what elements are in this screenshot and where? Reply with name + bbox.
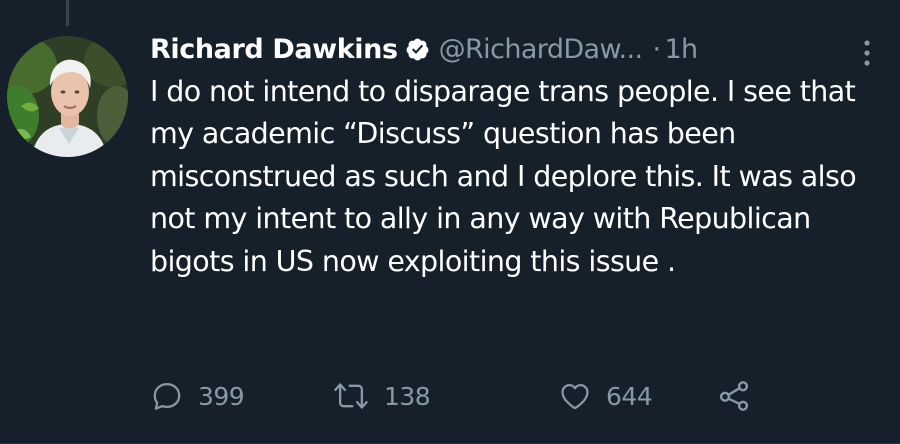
share-button[interactable] [716,376,752,416]
author-name[interactable]: Richard Dawkins [150,34,398,65]
reply-button[interactable]: 399 [150,376,245,416]
share-icon [719,381,749,411]
tweet-text: I do not intend to disparage trans peopl… [150,75,857,278]
retweet-icon [334,383,368,409]
verified-badge-icon [406,38,429,60]
thread-line [66,0,69,26]
reply-icon [153,382,181,410]
tweet-timestamp[interactable]: 1h [664,34,698,65]
more-icon[interactable] [857,38,877,68]
retweet-count: 138 [384,381,431,411]
retweet-button[interactable]: 138 [332,376,431,416]
heart-icon [561,383,589,410]
like-button[interactable]: 644 [558,376,653,416]
avatar-image [7,36,128,157]
tweet-header: Richard Dawkins @RichardDaw... · 1h [150,22,890,76]
tweet-content: Richard Dawkins @RichardDaw... · 1h I do… [150,22,890,283]
reply-count: 399 [198,381,245,411]
avatar[interactable] [7,36,128,157]
separator-dot: · [652,33,661,65]
like-count: 644 [606,381,653,411]
action-bar: 399 138 644 [150,376,770,416]
author-handle[interactable]: @RichardDaw... [439,34,643,65]
tweet[interactable]: Richard Dawkins @RichardDaw... · 1h I do… [0,0,900,444]
